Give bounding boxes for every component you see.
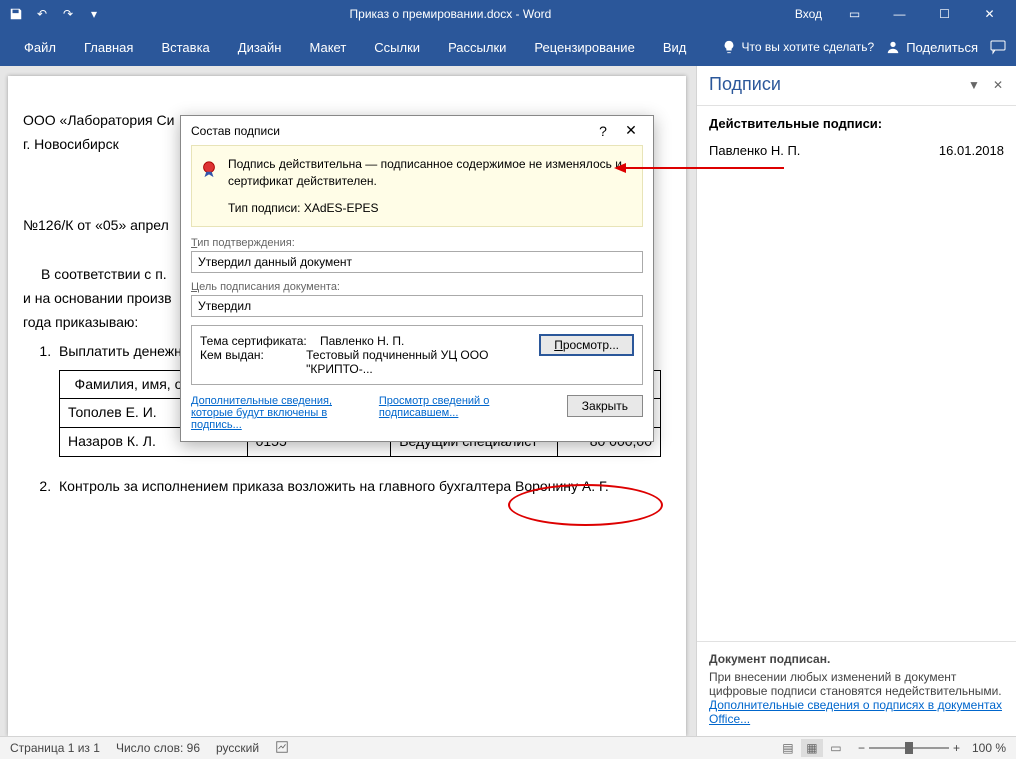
cert-issuer-value: Тестовый подчиненный УЦ ООО "КРИПТО-... bbox=[306, 348, 529, 376]
dialog-titlebar: Состав подписи ? ✕ bbox=[181, 116, 653, 145]
tab-references[interactable]: Ссылки bbox=[360, 28, 434, 66]
conf-type-input[interactable]: Утвердил данный документ bbox=[191, 251, 643, 273]
doc-signed-label: Документ подписан. bbox=[709, 652, 1004, 666]
read-mode-icon[interactable]: ▤ bbox=[777, 739, 799, 757]
purpose-input[interactable]: Утвердил bbox=[191, 295, 643, 317]
conf-type-label: Тип подтверждения: bbox=[191, 237, 643, 249]
signature-date: 16.01.2018 bbox=[939, 143, 1004, 158]
sig-pane-body: Действительные подписи: Павленко Н. П. 1… bbox=[697, 106, 1016, 641]
view-cert-button[interactable]: Просмотр... bbox=[539, 334, 634, 356]
sig-pane-header: Подписи ▼ ✕ bbox=[697, 66, 1016, 106]
additional-info-link[interactable]: Дополнительные сведения, которые будут в… bbox=[191, 395, 351, 431]
minimize-icon[interactable]: — bbox=[877, 0, 922, 28]
purpose-label: Цель подписания документа: bbox=[191, 281, 643, 293]
close-button[interactable]: Закрыть bbox=[567, 395, 643, 417]
tab-file[interactable]: Файл bbox=[10, 28, 70, 66]
sig-pane-title: Подписи bbox=[709, 74, 958, 95]
print-layout-icon[interactable]: ▦ bbox=[801, 739, 823, 757]
pane-close-icon[interactable]: ✕ bbox=[990, 78, 1006, 92]
cert-issuer-label: Кем выдан: bbox=[200, 348, 306, 376]
signer-details-link[interactable]: Просмотр сведений о подписавшем... bbox=[379, 395, 539, 419]
qat-dropdown-icon[interactable]: ▾ bbox=[82, 2, 106, 26]
signatures-pane: Подписи ▼ ✕ Действительные подписи: Павл… bbox=[696, 66, 1016, 736]
signature-entry[interactable]: Павленко Н. П. 16.01.2018 bbox=[709, 141, 1004, 160]
status-page[interactable]: Страница 1 из 1 bbox=[10, 741, 100, 755]
tell-me-search[interactable]: Что вы хотите сделать? bbox=[722, 40, 875, 54]
window-title: Приказ о премировании.docx - Word bbox=[106, 7, 795, 21]
tab-review[interactable]: Рецензирование bbox=[520, 28, 648, 66]
rosette-icon bbox=[200, 160, 218, 178]
pane-menu-icon[interactable]: ▼ bbox=[966, 78, 982, 92]
tab-mailings[interactable]: Рассылки bbox=[434, 28, 520, 66]
doc-item2: Контроль за исполнением приказа возложит… bbox=[55, 477, 661, 497]
signer-name: Павленко Н. П. bbox=[709, 143, 800, 158]
signature-status-text: Подпись действительна — подписанное соде… bbox=[228, 156, 632, 190]
tab-insert[interactable]: Вставка bbox=[147, 28, 223, 66]
maximize-icon[interactable]: ☐ bbox=[922, 0, 967, 28]
office-signatures-link[interactable]: Дополнительные сведения о подписях в док… bbox=[709, 698, 1002, 726]
ribbon-display-icon[interactable]: ▭ bbox=[832, 0, 877, 28]
zoom-control: − + 100 % bbox=[858, 741, 1006, 755]
close-icon[interactable]: ✕ bbox=[967, 0, 1012, 28]
redo-icon[interactable]: ↷ bbox=[56, 2, 80, 26]
dialog-title: Состав подписи bbox=[191, 124, 589, 138]
status-language[interactable]: русский bbox=[216, 741, 259, 755]
undo-icon[interactable]: ↶ bbox=[30, 2, 54, 26]
zoom-out-icon[interactable]: − bbox=[858, 741, 865, 755]
valid-signatures-label: Действительные подписи: bbox=[709, 116, 1004, 131]
signature-details-dialog: Состав подписи ? ✕ Подпись действительна… bbox=[180, 115, 654, 442]
tab-layout[interactable]: Макет bbox=[295, 28, 360, 66]
window-controls: ▭ — ☐ ✕ bbox=[832, 0, 1012, 28]
zoom-level[interactable]: 100 % bbox=[972, 741, 1006, 755]
lightbulb-icon bbox=[722, 40, 736, 54]
tab-design[interactable]: Дизайн bbox=[224, 28, 296, 66]
doc-signed-text: При внесении любых изменений в документ … bbox=[709, 670, 1004, 698]
comments-icon[interactable] bbox=[990, 39, 1006, 55]
signature-status-icon[interactable] bbox=[275, 740, 289, 757]
zoom-in-icon[interactable]: + bbox=[953, 741, 960, 755]
login-link[interactable]: Вход bbox=[795, 7, 822, 21]
cert-subject-value: Павленко Н. П. bbox=[320, 334, 404, 348]
tab-view[interactable]: Вид bbox=[649, 28, 701, 66]
save-icon[interactable] bbox=[4, 2, 28, 26]
dialog-close-icon[interactable]: ✕ bbox=[617, 122, 645, 139]
certificate-box: Тема сертификата: Павленко Н. П. Кем выд… bbox=[191, 325, 643, 385]
cert-subject-label: Тема сертификата: bbox=[200, 334, 320, 348]
signature-type-text: Тип подписи: XAdES-EPES bbox=[228, 200, 632, 217]
ribbon: Файл Главная Вставка Дизайн Макет Ссылки… bbox=[0, 28, 1016, 66]
sig-pane-footer: Документ подписан. При внесении любых из… bbox=[697, 641, 1016, 736]
share-button[interactable]: Поделиться bbox=[886, 40, 978, 55]
signature-info-box: Подпись действительна — подписанное соде… bbox=[191, 145, 643, 227]
zoom-slider[interactable] bbox=[869, 747, 949, 749]
titlebar: ↶ ↷ ▾ Приказ о премировании.docx - Word … bbox=[0, 0, 1016, 28]
web-layout-icon[interactable]: ▭ bbox=[825, 739, 847, 757]
status-words[interactable]: Число слов: 96 bbox=[116, 741, 200, 755]
statusbar: Страница 1 из 1 Число слов: 96 русский ▤… bbox=[0, 736, 1016, 759]
tab-home[interactable]: Главная bbox=[70, 28, 147, 66]
dialog-help-icon[interactable]: ? bbox=[589, 123, 617, 139]
person-icon bbox=[886, 40, 900, 54]
quick-access-toolbar: ↶ ↷ ▾ bbox=[4, 2, 106, 26]
